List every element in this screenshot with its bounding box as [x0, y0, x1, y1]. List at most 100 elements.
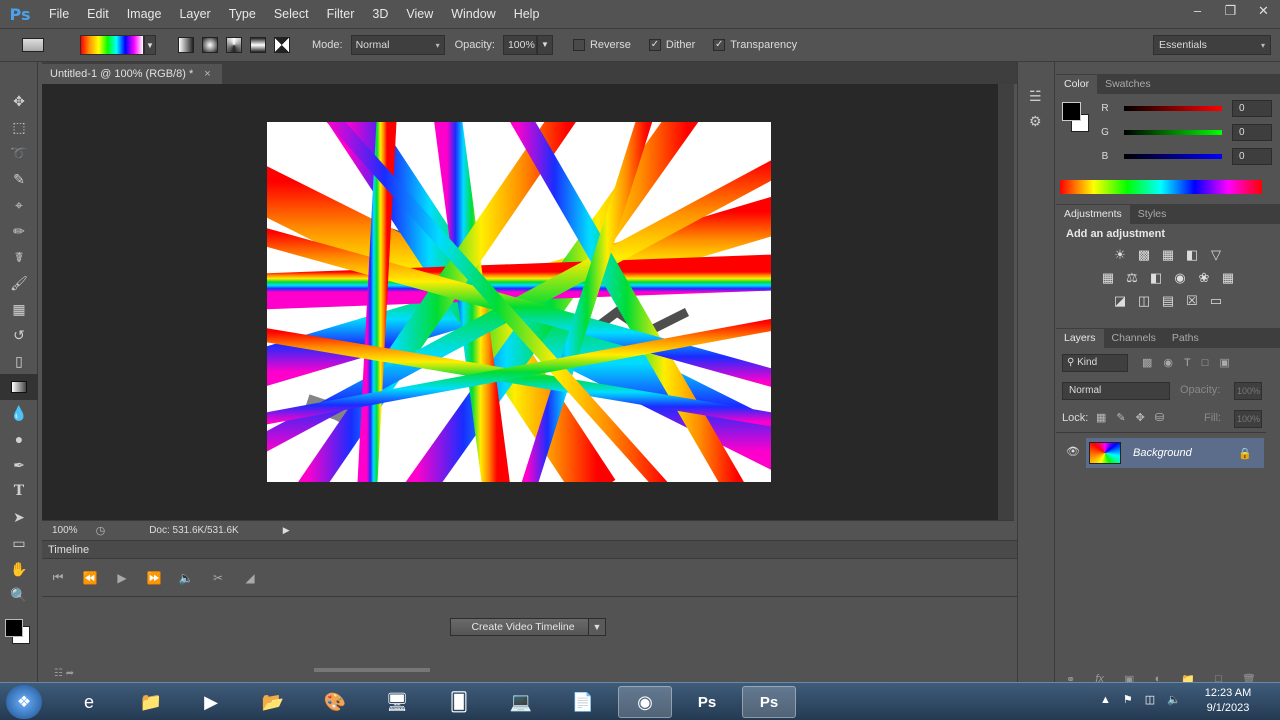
start-button[interactable]: ❖ — [6, 685, 42, 719]
play-arrow-icon[interactable]: ▶ — [283, 525, 290, 536]
eyedropper-tool-icon[interactable]: ✏ — [0, 218, 38, 244]
scissors-icon[interactable]: ✂ — [202, 571, 234, 585]
status-info-icon[interactable]: ◷ — [96, 524, 106, 537]
tab-paths[interactable]: Paths — [1164, 329, 1207, 348]
opacity-dropdown-icon[interactable]: ▼ — [536, 35, 553, 55]
marquee-tool-icon[interactable]: ⬚ — [0, 114, 38, 140]
mode-select[interactable]: Normal ▾ — [350, 35, 445, 55]
menu-select[interactable]: Select — [265, 0, 318, 28]
gradient-map-icon[interactable]: ▭ — [1208, 292, 1225, 309]
layer-filter-select[interactable]: ⚲ Kind — [1062, 354, 1128, 372]
vibrance-icon[interactable]: ▽ — [1208, 246, 1225, 263]
dither-checkbox[interactable]: ✓ Dither — [648, 39, 695, 52]
timeline-zoom-slider[interactable] — [314, 668, 430, 672]
layer-filter-icons[interactable]: ▩◉T□▣ — [1142, 356, 1241, 369]
type-tool-icon[interactable]: T — [0, 478, 38, 504]
menu-layer[interactable]: Layer — [170, 0, 219, 28]
properties-panel-icon[interactable]: ⚙ — [1029, 113, 1054, 130]
menu-type[interactable]: Type — [220, 0, 265, 28]
posterize-icon[interactable]: ◫ — [1136, 292, 1153, 309]
document-app-icon[interactable]: 📄 — [556, 686, 610, 718]
curves-icon[interactable]: ▦ — [1160, 246, 1177, 263]
menu-view[interactable]: View — [397, 0, 442, 28]
tab-layers[interactable]: Layers — [1056, 329, 1104, 348]
blur-tool-icon[interactable]: 💧 — [0, 400, 38, 426]
radial-gradient-icon[interactable] — [202, 37, 218, 53]
channel-mixer-icon[interactable]: ❀ — [1196, 269, 1213, 286]
photoshop-app-icon[interactable]: Ps — [742, 686, 796, 718]
tab-channels[interactable]: Channels — [1104, 329, 1164, 348]
close-icon[interactable]: × — [204, 68, 210, 80]
create-video-timeline-button[interactable]: Create Video Timeline — [450, 618, 596, 636]
move-tool-icon[interactable]: ✥ — [0, 88, 38, 114]
document-image[interactable] — [267, 122, 771, 482]
color-balance-icon[interactable]: ⚖ — [1124, 269, 1141, 286]
threshold-icon[interactable]: ▤ — [1160, 292, 1177, 309]
lasso-tool-icon[interactable]: ➰ — [0, 140, 38, 166]
quick-select-tool-icon[interactable]: ✎ — [0, 166, 38, 192]
green-value-input[interactable]: 0 — [1232, 123, 1272, 141]
exposure-icon[interactable]: ◧ — [1184, 246, 1201, 263]
menu-filter[interactable]: Filter — [318, 0, 364, 28]
close-icon[interactable]: ✕ — [1247, 0, 1280, 22]
menu-help[interactable]: Help — [505, 0, 549, 28]
selective-color-icon[interactable]: ☒ — [1184, 292, 1201, 309]
red-slider[interactable] — [1124, 105, 1222, 111]
red-value-input[interactable]: 0 — [1232, 99, 1272, 117]
hand-tool-icon[interactable]: ✋ — [0, 556, 38, 582]
menu-3d[interactable]: 3D — [363, 0, 397, 28]
photo-filter-icon[interactable]: ◉ — [1172, 269, 1189, 286]
foreground-color-swatch[interactable] — [1062, 102, 1081, 121]
lock-icons[interactable]: ▦✎✥⛁ — [1096, 411, 1174, 424]
remote-desktop-icon[interactable]: 🖥 — [370, 686, 424, 718]
levels-icon[interactable]: ▩ — [1136, 246, 1153, 263]
paint-icon[interactable]: 🎨 — [308, 686, 362, 718]
gradient-picker[interactable] — [80, 35, 144, 55]
firefox-icon[interactable]: ◉ — [618, 686, 672, 718]
transparency-checkbox[interactable]: ✓ Transparency — [713, 39, 797, 52]
file-explorer-icon[interactable]: 📁 — [124, 686, 178, 718]
menu-edit[interactable]: Edit — [78, 0, 118, 28]
reflected-gradient-icon[interactable] — [250, 37, 266, 53]
next-frame-icon[interactable]: ⏩ — [138, 571, 170, 585]
zoom-tool-icon[interactable]: 🔍 — [0, 582, 38, 608]
invert-icon[interactable]: ◪ — [1112, 292, 1129, 309]
reverse-checkbox[interactable]: Reverse — [572, 39, 631, 52]
document-tab[interactable]: Untitled-1 @ 100% (RGB/8) * × — [42, 64, 222, 84]
previous-frame-icon[interactable]: ⏪ — [74, 571, 106, 585]
linear-gradient-icon[interactable] — [178, 37, 194, 53]
layer-opacity-input[interactable]: 100% — [1234, 382, 1262, 400]
path-selection-tool-icon[interactable]: ➤ — [0, 504, 38, 530]
timeline-footer-icons[interactable]: ☷ ➦ — [54, 668, 74, 679]
chevron-down-icon[interactable]: ▼ — [144, 35, 156, 55]
angle-gradient-icon[interactable] — [226, 37, 242, 53]
gradient-tool-preset-icon[interactable] — [22, 38, 44, 52]
zoom-level[interactable]: 100% — [52, 525, 78, 536]
blend-mode-select[interactable]: Normal — [1062, 382, 1170, 400]
diamond-gradient-icon[interactable] — [274, 37, 290, 53]
system-tray-icons[interactable]: ▲⚑◫🔈 — [1100, 693, 1193, 706]
network-icon[interactable]: 💻 — [494, 686, 548, 718]
black-white-icon[interactable]: ◧ — [1148, 269, 1165, 286]
tab-swatches[interactable]: Swatches — [1097, 75, 1159, 94]
color-lookup-icon[interactable]: ▦ — [1220, 269, 1237, 286]
minimize-icon[interactable]: – — [1181, 0, 1214, 22]
internet-explorer-icon[interactable]: e — [62, 686, 116, 718]
solitaire-icon[interactable]: 🂠 — [432, 686, 486, 718]
dodge-tool-icon[interactable]: ● — [0, 426, 38, 452]
opacity-input[interactable]: 100% — [502, 35, 537, 55]
chevron-down-icon[interactable]: ▼ — [588, 618, 606, 636]
play-icon[interactable]: ▶ — [106, 571, 138, 585]
eye-icon[interactable]: 👁 — [1066, 445, 1080, 458]
clock[interactable]: 12:23 AM 9/1/2023 — [1196, 686, 1260, 716]
media-player-icon[interactable]: ▶ — [184, 686, 238, 718]
hue-saturation-icon[interactable]: ▦ — [1100, 269, 1117, 286]
history-brush-tool-icon[interactable]: ↺ — [0, 322, 38, 348]
blue-slider[interactable] — [1124, 153, 1222, 159]
color-spectrum[interactable] — [1060, 180, 1262, 194]
pen-tool-icon[interactable]: ✒ — [0, 452, 38, 478]
workspace-select[interactable]: Essentials ▾ — [1153, 35, 1271, 55]
blue-value-input[interactable]: 0 — [1232, 147, 1272, 165]
eraser-tool-icon[interactable]: ▯ — [0, 348, 38, 374]
green-slider[interactable] — [1124, 129, 1222, 135]
